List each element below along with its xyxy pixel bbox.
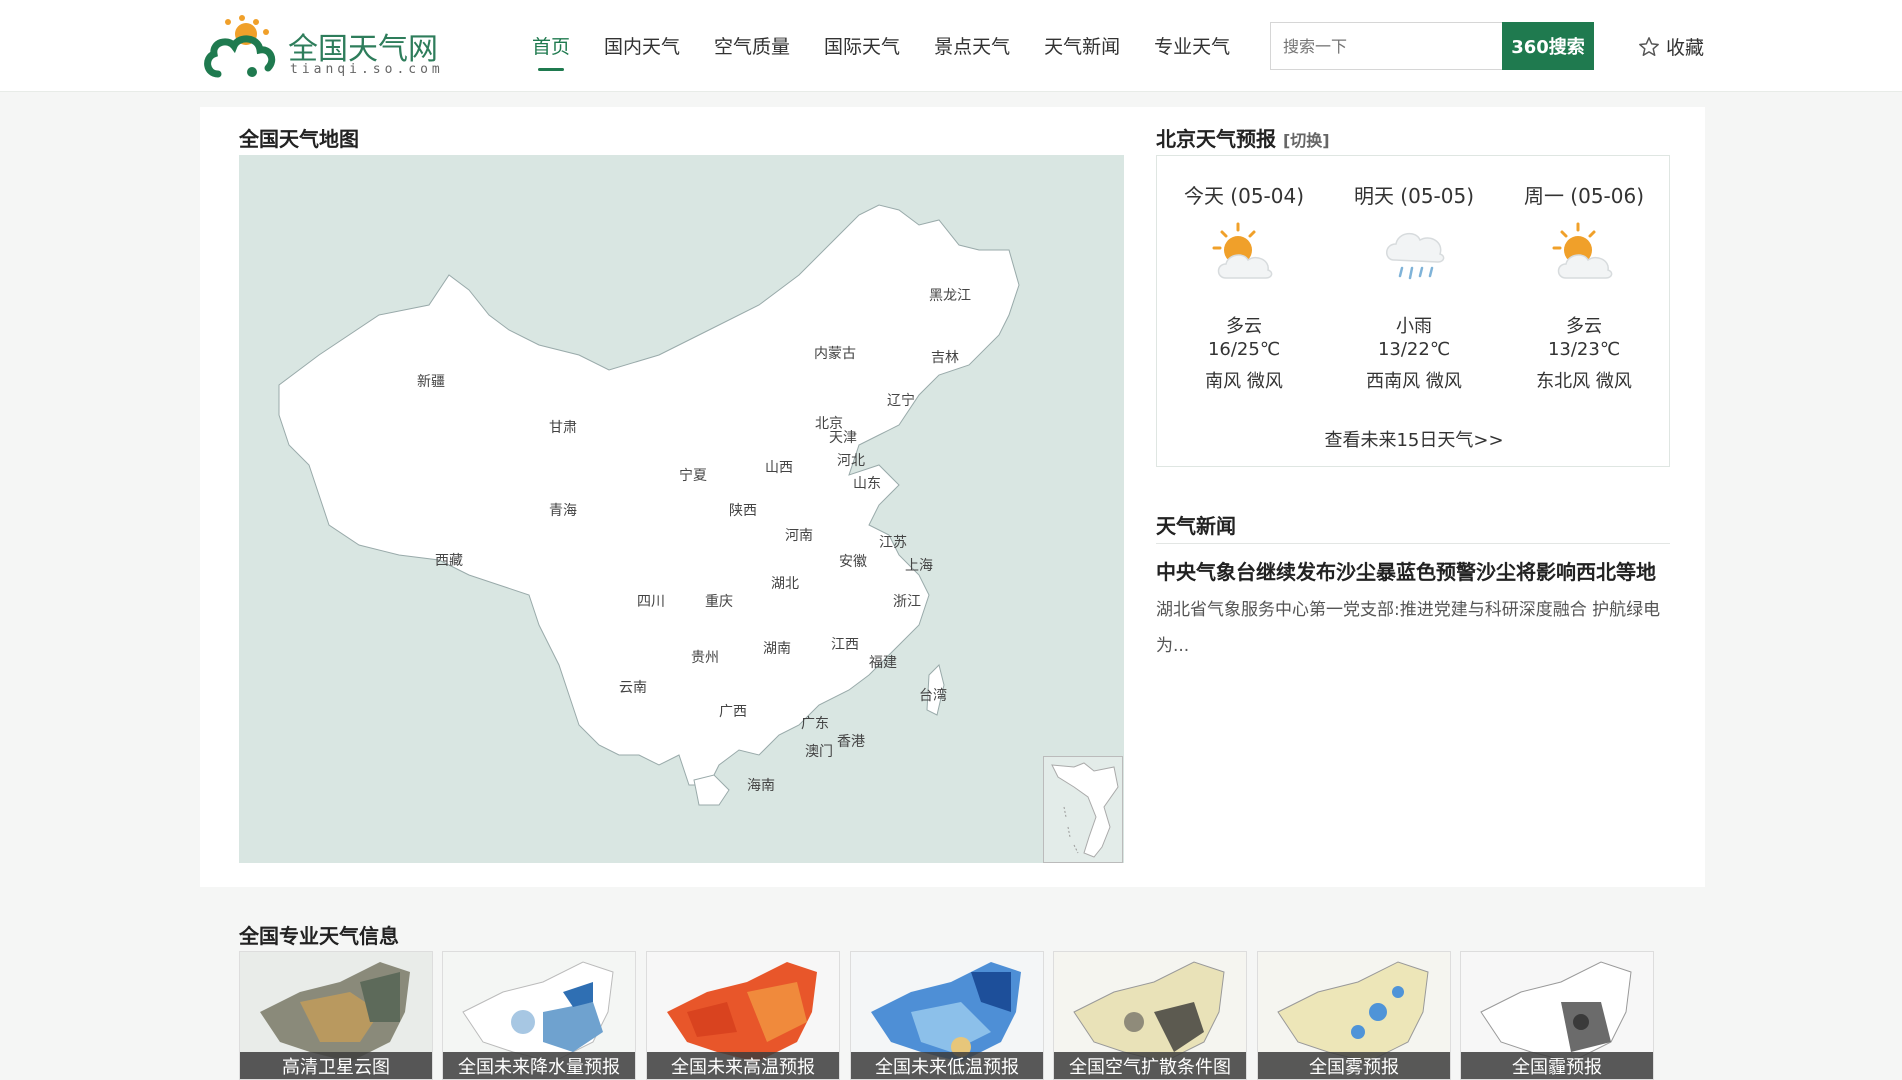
forecast-wind: 西南风 微风 <box>1366 371 1462 392</box>
light-rain-icon <box>1386 232 1445 280</box>
main-nav: 首页 国内天气 空气质量 国际天气 景点天气 天气新闻 专业天气 <box>532 32 1264 71</box>
province-label[interactable]: 吉林 <box>931 347 959 367</box>
province-label[interactable]: 甘肃 <box>549 417 577 437</box>
province-label[interactable]: 福建 <box>869 652 897 672</box>
province-label[interactable]: 新疆 <box>417 371 445 391</box>
province-label[interactable]: 广西 <box>719 701 747 721</box>
favorite-button[interactable]: 收藏 <box>1638 33 1704 60</box>
province-label[interactable]: 上海 <box>905 555 933 575</box>
forecast-wind: 南风 微风 <box>1205 371 1283 392</box>
province-label[interactable]: 天津 <box>829 427 857 447</box>
news-headline-link[interactable]: 中央气象台继续发布沙尘暴蓝色预警沙尘将影响西北等地 <box>1156 556 1670 585</box>
province-label[interactable]: 安徽 <box>839 551 867 571</box>
province-label[interactable]: 江西 <box>831 634 859 654</box>
forecast-condition: 多云 <box>1226 316 1262 337</box>
province-label[interactable]: 西藏 <box>435 550 463 570</box>
nav-pro-weather[interactable]: 专业天气 <box>1154 32 1230 59</box>
forecast-wind: 东北风 微风 <box>1536 371 1632 392</box>
search-input[interactable] <box>1270 22 1502 70</box>
satellite-cloud-thumbnail[interactable]: 高清卫星云图 <box>239 951 433 1080</box>
forecast-card: 今天 (05-04) 多云 16/25℃ 南风 微风 明天 (05-05) 小雨… <box>1156 155 1670 467</box>
low-temperature-forecast-thumbnail[interactable]: 全国未来低温预报 <box>850 951 1044 1080</box>
forecast-temperature: 13/23℃ <box>1547 339 1621 360</box>
logo-subtext: tianqi.so.com <box>290 62 444 77</box>
air-diffusion-thumbnail[interactable]: 全国空气扩散条件图 <box>1053 951 1247 1080</box>
news-summary-link[interactable]: 湖北省气象服务中心第一党支部:推进党建与科研深度融合 护航绿电为... <box>1156 592 1670 664</box>
nav-weather-news[interactable]: 天气新闻 <box>1044 32 1120 59</box>
forecast-temperature: 16/25℃ <box>1207 339 1281 360</box>
province-label[interactable]: 陕西 <box>729 500 757 520</box>
thumbnail-label: 全国未来高温预报 <box>647 1052 839 1079</box>
thumbnail-label: 全国霾预报 <box>1461 1052 1653 1079</box>
forecast-date: 明天 (05-05) <box>1353 184 1475 208</box>
province-label[interactable]: 重庆 <box>705 591 733 611</box>
nav-domestic-weather[interactable]: 国内天气 <box>604 32 680 59</box>
province-label[interactable]: 香港 <box>837 731 865 751</box>
thumbnail-label: 全国未来低温预报 <box>851 1052 1043 1079</box>
precipitation-forecast-thumbnail[interactable]: 全国未来降水量预报 <box>442 951 636 1080</box>
south-china-sea-inset <box>1043 756 1123 863</box>
province-label[interactable]: 广东 <box>801 713 829 733</box>
province-label[interactable]: 河南 <box>785 525 813 545</box>
nav-international-weather[interactable]: 国际天气 <box>824 32 900 59</box>
province-label[interactable]: 黑龙江 <box>929 285 971 305</box>
city-switch-link[interactable]: [切换] <box>1283 131 1330 150</box>
pro-weather-thumbnails: 高清卫星云图 全国未来降水量预报 全国未来高温预报 全国未来低温预报 全国空气扩… <box>239 951 1659 1080</box>
province-label[interactable]: 湖南 <box>763 638 791 658</box>
nav-air-quality[interactable]: 空气质量 <box>714 32 790 59</box>
thumbnail-label: 全国未来降水量预报 <box>443 1052 635 1079</box>
high-temperature-forecast-thumbnail[interactable]: 全国未来高温预报 <box>646 951 840 1080</box>
thumbnail-label: 全国空气扩散条件图 <box>1054 1052 1246 1079</box>
forecast-condition: 多云 <box>1566 316 1602 337</box>
partly-cloudy-icon <box>1212 222 1273 279</box>
province-label[interactable]: 辽宁 <box>887 390 915 410</box>
fog-forecast-thumbnail[interactable]: 全国雾预报 <box>1257 951 1451 1080</box>
news-section-title: 天气新闻 <box>1156 514 1236 538</box>
province-label[interactable]: 山东 <box>853 473 881 493</box>
province-label[interactable]: 江苏 <box>879 532 907 552</box>
forecast-title: 北京天气预报 <box>1156 127 1276 151</box>
thumbnail-label: 全国雾预报 <box>1258 1052 1450 1079</box>
pro-weather-section-title: 全国专业天气信息 <box>239 924 399 948</box>
province-label[interactable]: 浙江 <box>893 591 921 611</box>
inset-map-shape <box>1051 762 1119 858</box>
forecast-date: 今天 (05-04) <box>1183 184 1305 208</box>
province-label[interactable]: 内蒙古 <box>814 343 856 363</box>
fifteen-day-forecast-link[interactable]: 查看未来15日天气>> <box>1157 426 1671 452</box>
nav-scenic-weather[interactable]: 景点天气 <box>934 32 1010 59</box>
nav-home[interactable]: 首页 <box>532 32 570 71</box>
province-label[interactable]: 贵州 <box>691 647 719 667</box>
province-label[interactable]: 河北 <box>837 450 865 470</box>
province-label[interactable]: 海南 <box>747 775 775 795</box>
partly-cloudy-icon <box>1552 222 1613 279</box>
site-logo[interactable]: 全国天气网 tianqi.so.com <box>200 10 440 82</box>
star-icon <box>1639 36 1659 56</box>
forecast-date: 周一 (05-06) <box>1523 184 1645 208</box>
china-weather-map[interactable]: 黑龙江 吉林 辽宁 内蒙古 新疆 甘肃 北京 天津 河北 山西 宁夏 山东 青海… <box>239 155 1124 863</box>
province-label[interactable]: 山西 <box>765 457 793 477</box>
province-label[interactable]: 四川 <box>637 591 665 611</box>
china-map-shape <box>278 204 1020 806</box>
favorite-label: 收藏 <box>1666 37 1705 59</box>
site-header: 全国天气网 tianqi.so.com 首页 国内天气 空气质量 国际天气 景点… <box>0 0 1902 92</box>
logo-sun-cloud-icon <box>204 15 276 78</box>
map-section-title: 全国天气地图 <box>239 127 359 151</box>
news-divider <box>1156 543 1670 544</box>
province-label[interactable]: 宁夏 <box>679 465 707 485</box>
forecast-condition: 小雨 <box>1396 316 1432 337</box>
haze-forecast-thumbnail[interactable]: 全国霾预报 <box>1460 951 1654 1080</box>
search-button[interactable]: 360搜索 <box>1502 22 1594 70</box>
province-label[interactable]: 澳门 <box>805 741 833 761</box>
province-label[interactable]: 湖北 <box>771 573 799 593</box>
province-label[interactable]: 青海 <box>549 500 577 520</box>
province-label[interactable]: 台湾 <box>919 685 947 705</box>
forecast-section-title: 北京天气预报 [切换] <box>1156 123 1330 152</box>
province-label[interactable]: 云南 <box>619 677 647 697</box>
thumbnail-label: 高清卫星云图 <box>240 1052 432 1079</box>
forecast-temperature: 13/22℃ <box>1377 339 1451 360</box>
